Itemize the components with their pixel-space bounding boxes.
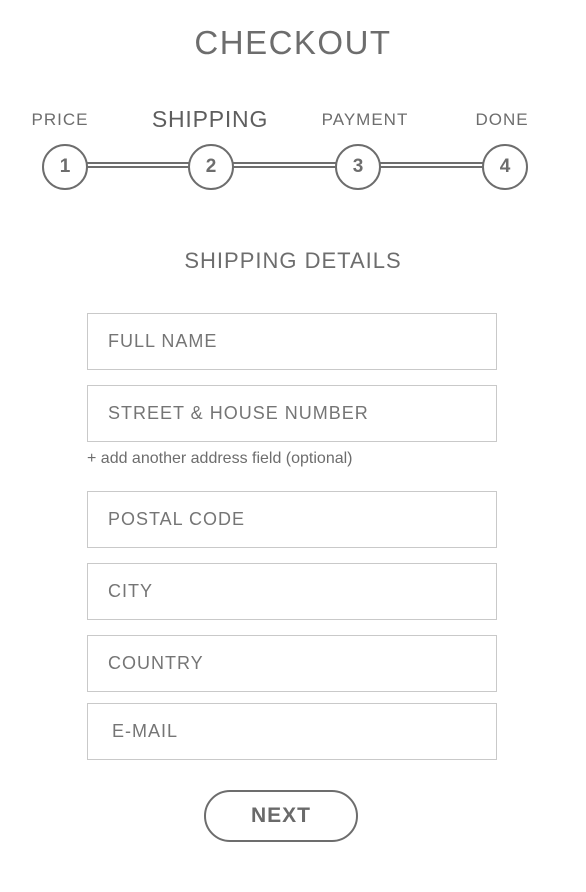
postal-code-field-box — [87, 491, 497, 548]
street-input[interactable] — [88, 386, 496, 441]
street-field-box — [87, 385, 497, 442]
page-title: CHECKOUT — [194, 24, 392, 61]
step-label-done: DONE — [475, 110, 529, 129]
email-field-box — [87, 703, 497, 760]
country-input[interactable] — [88, 636, 496, 691]
step-label-shipping: SHIPPING — [151, 106, 269, 132]
progress-track-1 — [86, 162, 190, 168]
city-field-box — [87, 563, 497, 620]
full-name-field-box — [87, 313, 497, 370]
city-input[interactable] — [88, 564, 496, 619]
step-circle-4[interactable]: 4 — [482, 144, 528, 190]
next-button[interactable]: NEXT — [204, 790, 358, 842]
step-circle-2[interactable]: 2 — [188, 144, 234, 190]
progress-track-2 — [233, 162, 337, 168]
step-label-payment: PAYMENT — [321, 110, 409, 129]
step-circle-1[interactable]: 1 — [42, 144, 88, 190]
add-address-field-link[interactable]: + add another address field (optional) — [87, 450, 353, 468]
section-title: SHIPPING DETAILS — [184, 248, 402, 273]
full-name-input[interactable] — [88, 314, 496, 369]
email-input[interactable] — [88, 704, 496, 759]
progress-track-3 — [380, 162, 484, 168]
step-label-price: PRICE — [31, 110, 89, 129]
country-field-box — [87, 635, 497, 692]
postal-code-input[interactable] — [88, 492, 496, 547]
step-circle-3[interactable]: 3 — [335, 144, 381, 190]
